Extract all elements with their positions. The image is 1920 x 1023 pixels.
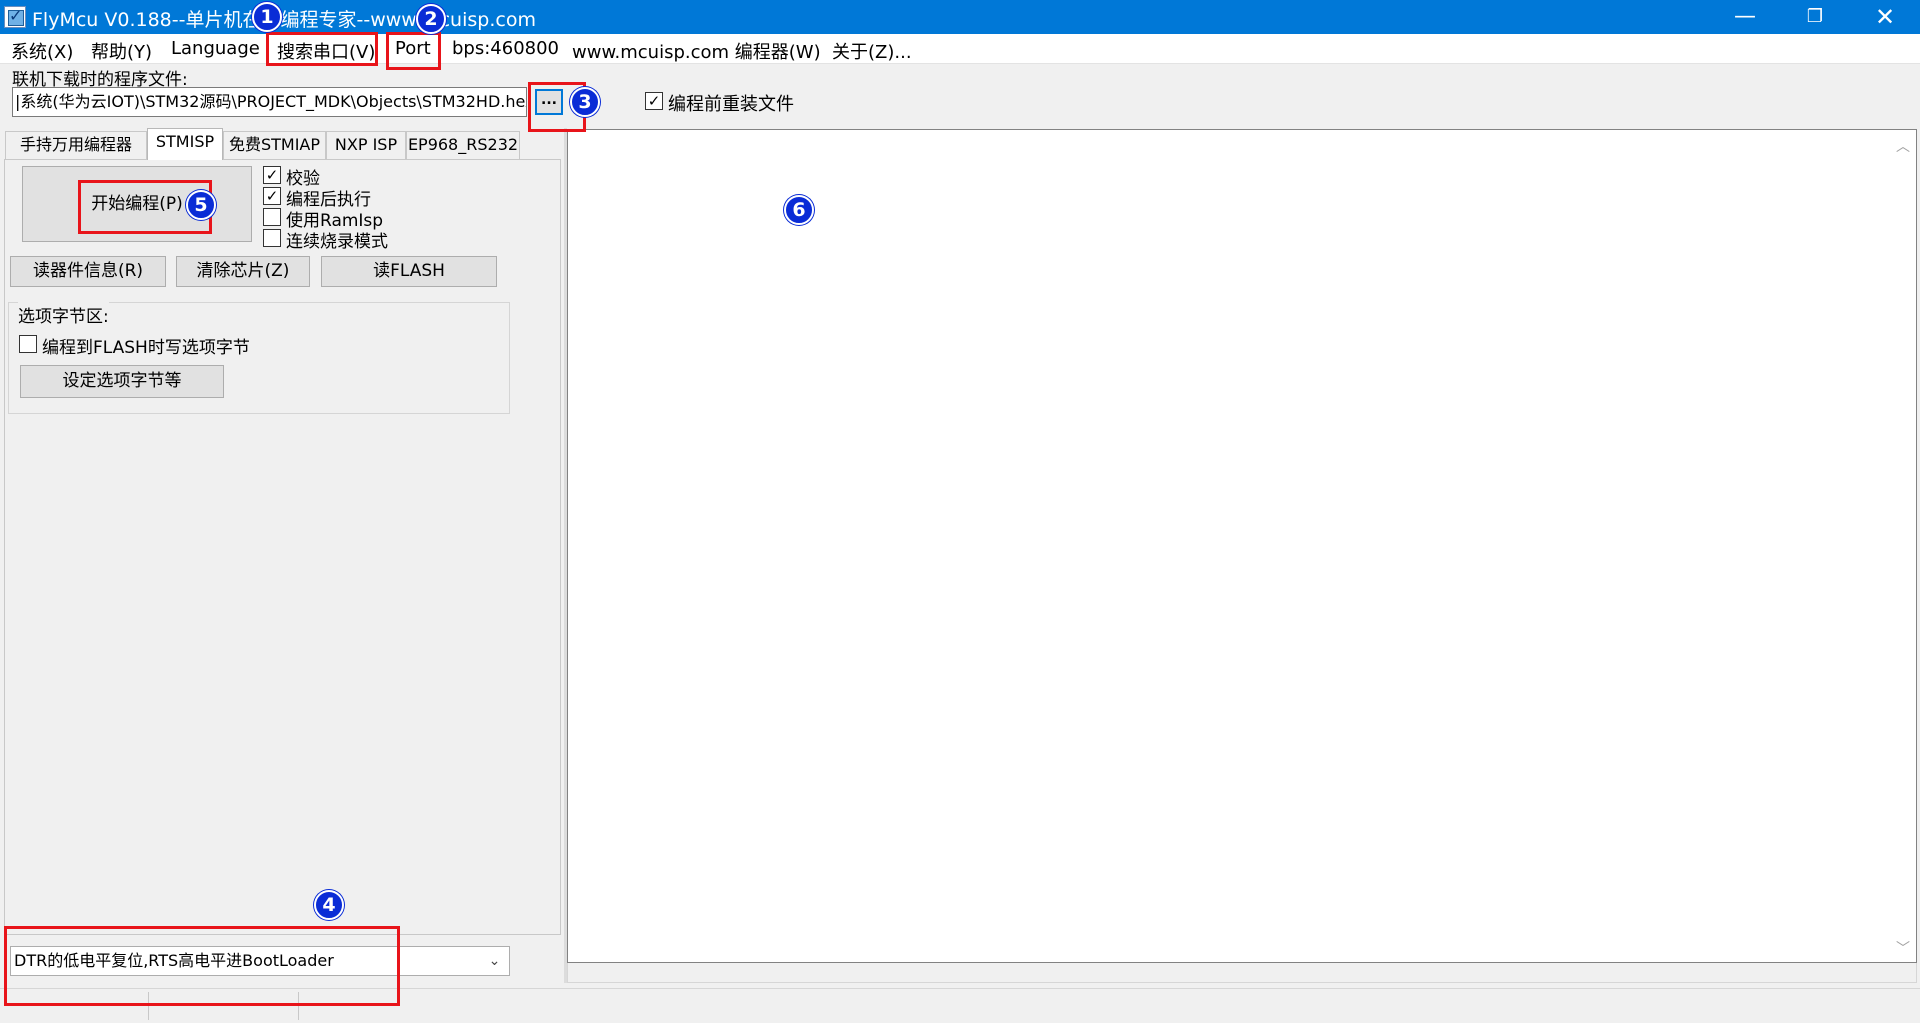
read-flash-button[interactable]: 读FLASH — [321, 256, 497, 287]
erase-chip-button[interactable]: 清除芯片(Z) — [176, 256, 310, 287]
menu-system[interactable]: 系统(X) — [11, 38, 73, 64]
continuous-burn-label: 连续烧录模式 — [286, 232, 388, 252]
menu-language[interactable]: Language — [171, 38, 260, 59]
tab-stmisp[interactable]: STMISP — [147, 128, 223, 160]
log-output[interactable] — [567, 129, 1917, 963]
read-device-info-button[interactable]: 读器件信息(R) — [10, 256, 166, 287]
annotation-badge-1: 1 — [252, 2, 282, 32]
annotation-badge-4: 4 — [314, 890, 344, 920]
chevron-down-icon[interactable]: ⌄ — [480, 947, 509, 975]
continuous-burn-checkbox[interactable] — [263, 229, 281, 247]
minimize-icon[interactable]: — — [1710, 0, 1780, 34]
annotation-badge-2: 2 — [416, 4, 446, 34]
horizontal-scrollbar[interactable] — [567, 963, 1917, 983]
window-title: FlyMcu V0.188--单片机在线编程专家--www.mcuisp.com — [32, 9, 536, 31]
use-ramisp-checkbox[interactable] — [263, 208, 281, 226]
tab-nxp-isp[interactable]: NXP ISP — [326, 131, 406, 159]
scroll-up-icon[interactable]: ︿ — [1896, 136, 1910, 156]
reload-file-label: 编程前重装文件 — [668, 94, 794, 115]
set-option-bytes-button[interactable]: 设定选项字节等 — [20, 365, 224, 398]
run-after-program-checkbox[interactable]: ✓ — [263, 187, 281, 205]
menu-programmer[interactable]: www.mcuisp.com 编程器(W) — [572, 38, 821, 64]
app-icon — [4, 6, 26, 28]
tab-free-stmiap[interactable]: 免费STMIAP — [223, 131, 326, 159]
annotation-badge-3: 3 — [570, 87, 600, 117]
menu-help[interactable]: 帮助(Y) — [91, 38, 152, 64]
menu-about[interactable]: 关于(Z)... — [832, 38, 912, 64]
highlight-reset-mode — [4, 926, 400, 1006]
annotation-badge-6: 6 — [784, 195, 814, 225]
tab-handheld-programmer[interactable]: 手持万用编程器 — [5, 131, 147, 159]
program-file-input[interactable]: |系统(华为云IOT)\STM32源码\PROJECT_MDK\Objects\… — [12, 87, 527, 117]
menu-bps[interactable]: bps:460800 — [452, 38, 559, 59]
close-icon[interactable]: ✕ — [1850, 0, 1920, 34]
verify-checkbox[interactable]: ✓ — [263, 166, 281, 184]
title-bar: FlyMcu V0.188--单片机在线编程专家--www.mcuisp.com… — [0, 0, 1920, 34]
restore-icon[interactable]: ❐ — [1780, 0, 1850, 34]
scroll-down-icon[interactable]: ﹀ — [1896, 938, 1910, 958]
write-option-bytes-checkbox[interactable] — [19, 335, 37, 353]
highlight-search-port — [266, 32, 378, 66]
annotation-badge-5: 5 — [186, 190, 216, 220]
reload-file-checkbox[interactable]: ✓ — [645, 92, 663, 110]
write-option-bytes-label: 编程到FLASH时写选项字节 — [42, 338, 250, 358]
tab-ep968-rs232[interactable]: EP968_RS232 — [406, 131, 520, 159]
option-bytes-title: 选项字节区: — [18, 302, 109, 327]
highlight-port — [386, 32, 441, 70]
